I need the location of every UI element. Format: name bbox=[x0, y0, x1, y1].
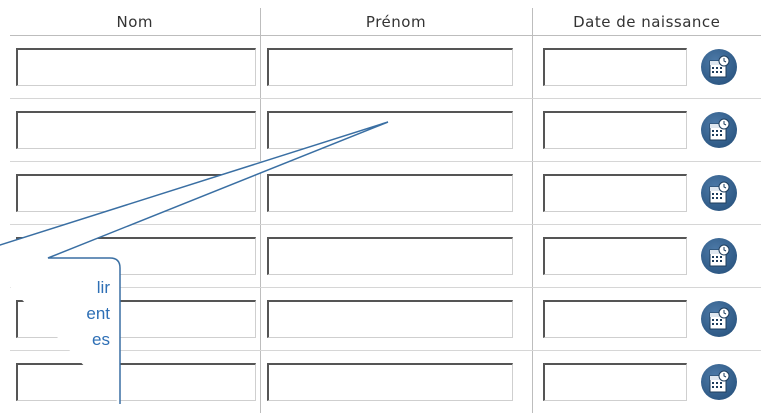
calendar-button[interactable] bbox=[701, 175, 737, 211]
table-row bbox=[10, 225, 761, 288]
prenom-input[interactable] bbox=[267, 111, 513, 149]
header-prenom: Prénom bbox=[260, 8, 532, 36]
nom-input[interactable] bbox=[16, 48, 256, 86]
prenom-cell bbox=[260, 162, 532, 225]
prenom-input[interactable] bbox=[267, 300, 513, 338]
header-nom: Nom bbox=[10, 8, 260, 36]
date-naissance-input[interactable] bbox=[543, 300, 687, 338]
header-date-naissance: Date de naissance bbox=[532, 8, 761, 36]
prenom-cell bbox=[260, 36, 532, 99]
date-cell bbox=[532, 36, 761, 99]
table-row bbox=[10, 36, 761, 99]
calendar-button[interactable] bbox=[701, 112, 737, 148]
date-naissance-input[interactable] bbox=[543, 363, 687, 401]
date-cell bbox=[532, 99, 761, 162]
nom-input[interactable] bbox=[16, 237, 256, 275]
table-row bbox=[10, 99, 761, 162]
nom-input[interactable] bbox=[16, 174, 256, 212]
date-naissance-input[interactable] bbox=[543, 111, 687, 149]
callout-line: lir bbox=[0, 275, 110, 301]
calendar-button[interactable] bbox=[701, 238, 737, 274]
date-cell bbox=[532, 288, 761, 351]
prenom-input[interactable] bbox=[267, 174, 513, 212]
callout-line: es bbox=[0, 327, 110, 353]
table-row bbox=[10, 162, 761, 225]
table-row bbox=[10, 288, 761, 351]
calendar-button[interactable] bbox=[701, 49, 737, 85]
prenom-input[interactable] bbox=[267, 237, 513, 275]
calendar-button[interactable] bbox=[701, 364, 737, 400]
prenom-cell bbox=[260, 99, 532, 162]
date-naissance-input[interactable] bbox=[543, 174, 687, 212]
callout-line: ent bbox=[0, 301, 110, 327]
prenom-input[interactable] bbox=[267, 363, 513, 401]
table-header-row: Nom Prénom Date de naissance bbox=[10, 8, 761, 36]
prenom-cell bbox=[260, 225, 532, 288]
nom-input[interactable] bbox=[16, 111, 256, 149]
nom-cell bbox=[10, 162, 260, 225]
prenom-cell bbox=[260, 288, 532, 351]
nom-cell bbox=[10, 99, 260, 162]
calendar-button[interactable] bbox=[701, 301, 737, 337]
date-cell bbox=[532, 162, 761, 225]
nom-input[interactable] bbox=[16, 363, 256, 401]
callout-text: lir ent es bbox=[0, 275, 110, 353]
date-cell bbox=[532, 225, 761, 288]
date-naissance-input[interactable] bbox=[543, 48, 687, 86]
prenom-input[interactable] bbox=[267, 48, 513, 86]
date-naissance-input[interactable] bbox=[543, 237, 687, 275]
nom-cell bbox=[10, 36, 260, 99]
people-table: Nom Prénom Date de naissance bbox=[10, 8, 761, 413]
